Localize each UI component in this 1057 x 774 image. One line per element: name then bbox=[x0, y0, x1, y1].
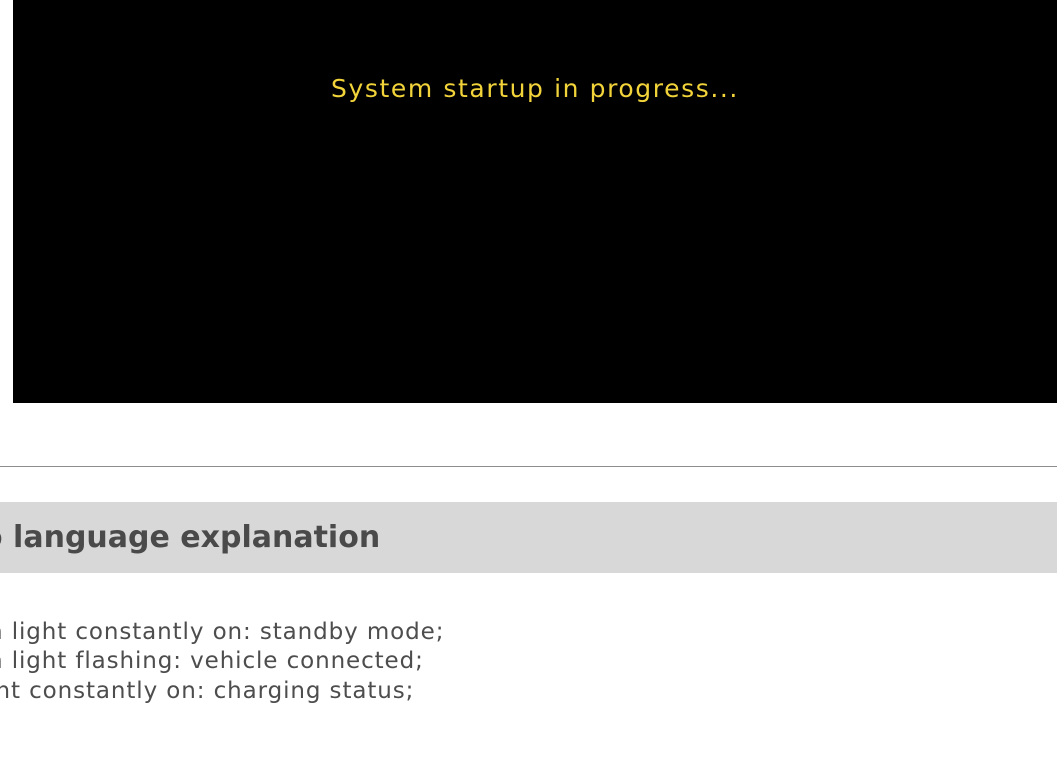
startup-screen: System startup in progress... bbox=[13, 0, 1057, 403]
section-title: o language explanation bbox=[0, 520, 381, 555]
explanation-item: n light constantly on: standby mode; bbox=[0, 619, 445, 645]
explanation-item: ght constantly on: charging status; bbox=[0, 678, 415, 704]
section-divider bbox=[0, 466, 1057, 467]
indicator-explanation-list: n light constantly on: standby mode; n l… bbox=[0, 617, 1057, 774]
startup-message: System startup in progress... bbox=[331, 74, 739, 103]
explanation-item: n light flashing: vehicle connected; bbox=[0, 648, 424, 674]
section-header: o language explanation bbox=[0, 502, 1057, 573]
